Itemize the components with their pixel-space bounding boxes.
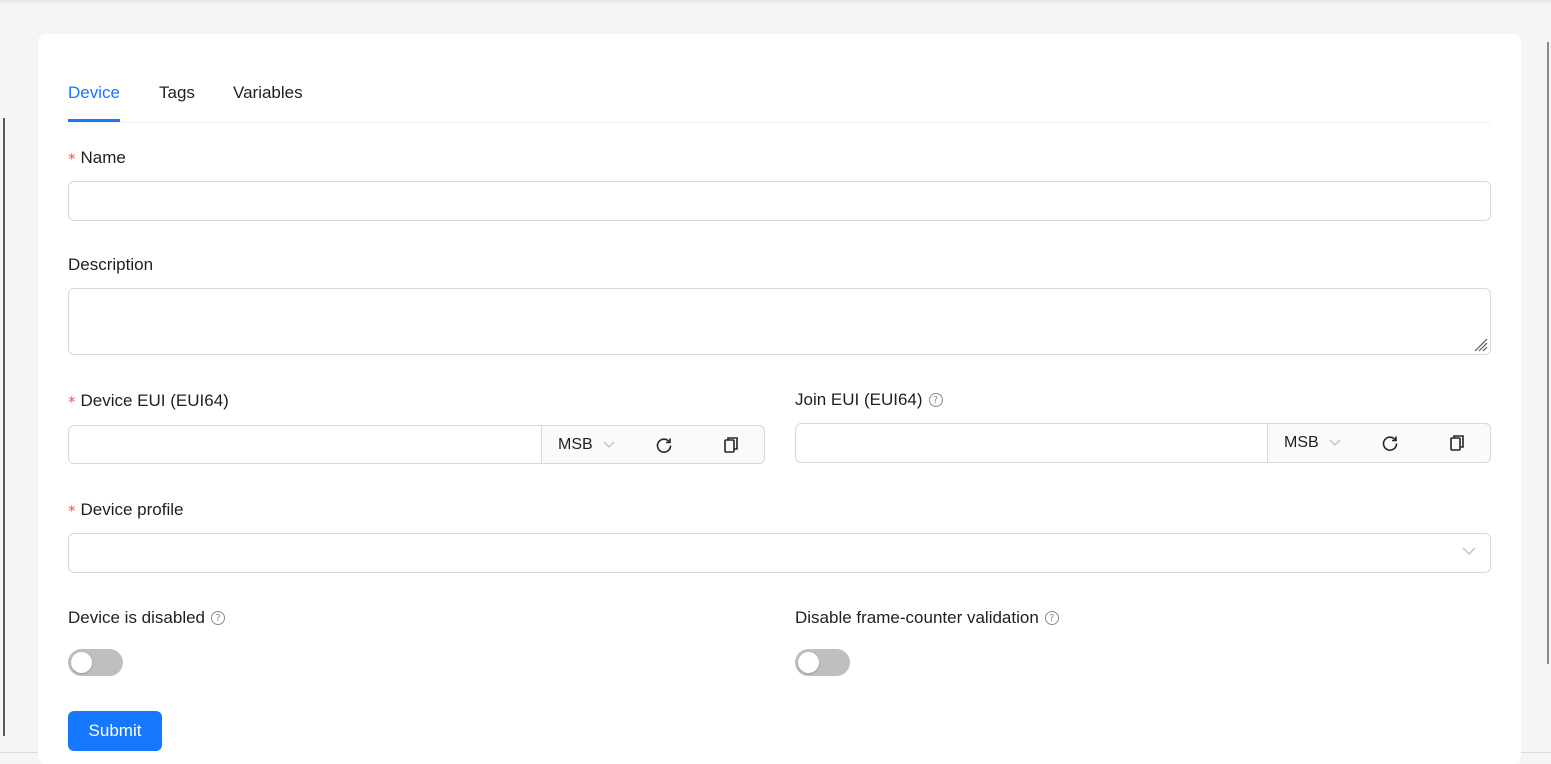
required-mark: * [68,150,76,168]
copy-icon [1450,435,1464,451]
join-eui-label-text: Join EUI (EUI64) [795,390,923,409]
dev-eui-byte-order-select[interactable]: MSB [558,426,615,463]
dev-eui-addon: MSB [541,425,765,464]
question-circle-icon[interactable]: ? [211,611,226,625]
device-disabled-label: Device is disabled ? [68,608,226,628]
join-eui-input[interactable] [796,424,1268,462]
question-circle-icon[interactable]: ? [1044,611,1059,625]
question-circle-icon[interactable]: ? [928,393,943,407]
dev-eui-label: * Device EUI (EUI64) [68,391,229,411]
device-disabled-switch[interactable] [68,649,123,676]
join-eui-byte-order-select[interactable]: MSB [1284,424,1341,462]
dev-eui-label-text: Device EUI (EUI64) [80,391,229,410]
left-divider [3,118,5,736]
disable-fcnt-label-text: Disable frame-counter validation [795,608,1039,627]
join-eui-refresh-button[interactable] [1378,424,1402,462]
join-eui-field-wrapper: MSB [795,423,1491,463]
name-input[interactable] [69,182,1490,220]
device-disabled-label-text: Device is disabled [68,608,206,627]
disable-fcnt-label: Disable frame-counter validation ? [795,608,1059,628]
name-label-text: Name [80,148,126,167]
chevron-down-icon [1462,547,1476,555]
page-scrollbar[interactable] [1547,42,1549,664]
required-mark: * [68,502,76,520]
join-eui-addon: MSB [1267,423,1491,463]
submit-button[interactable]: Submit [68,711,162,751]
dev-eui-input[interactable] [69,426,541,463]
dev-eui-refresh-button[interactable] [652,426,676,463]
device-profile-label: * Device profile [68,500,184,520]
refresh-icon [656,437,672,453]
description-label: Description [68,255,153,275]
switch-knob [798,652,819,673]
switch-knob [71,652,92,673]
tab-tags[interactable]: Tags [159,83,195,103]
device-profile-label-text: Device profile [80,500,184,519]
refresh-icon [1382,436,1398,451]
copy-icon [724,436,738,453]
description-label-text: Description [68,255,154,274]
required-mark: * [68,393,76,411]
device-form-card: Device Tags Variables * Name Description… [38,34,1521,764]
chevron-down-icon [603,441,615,448]
description-field-wrapper [68,288,1491,355]
active-tab-indicator [68,119,120,122]
chevron-down-icon [1329,439,1341,446]
dev-eui-copy-button[interactable] [719,426,743,463]
disable-fcnt-switch[interactable] [795,649,850,676]
device-profile-select[interactable] [68,533,1491,573]
description-textarea[interactable] [69,289,1490,354]
top-shadow [0,0,1551,4]
resize-grip-icon[interactable] [1472,336,1488,352]
tab-bar: Device Tags Variables [68,34,1491,123]
byte-order-value: MSB [558,435,593,453]
name-field-wrapper [68,181,1491,221]
tab-variables[interactable]: Variables [233,83,303,103]
dev-eui-field-wrapper: MSB [68,425,765,464]
tab-device[interactable]: Device [68,83,120,103]
join-eui-label: Join EUI (EUI64) ? [795,390,943,410]
name-label: * Name [68,148,126,168]
join-eui-copy-button[interactable] [1445,424,1469,462]
byte-order-value: MSB [1284,434,1319,451]
